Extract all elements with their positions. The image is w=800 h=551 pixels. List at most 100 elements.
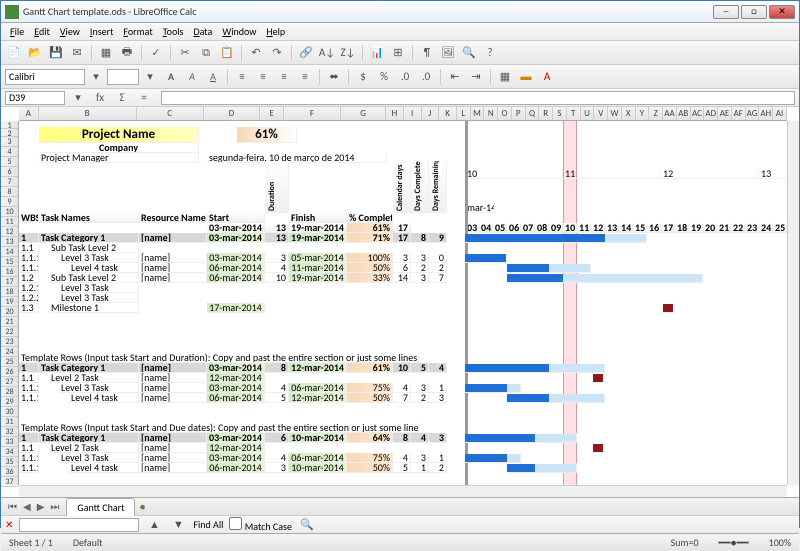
comp-days[interactable]: 4: [411, 433, 429, 443]
font-size-input[interactable]: [107, 69, 139, 85]
duration[interactable]: 5: [265, 393, 289, 403]
cal-days[interactable]: 6: [393, 263, 411, 273]
underline-icon[interactable]: A: [204, 68, 222, 86]
row-header[interactable]: 33: [1, 437, 18, 447]
sort-desc-icon[interactable]: Z↓: [339, 44, 357, 62]
cut-icon[interactable]: ✂: [176, 44, 194, 62]
day-col[interactable]: 22: [731, 223, 745, 233]
wbs-cell[interactable]: 1.1.1.1: [19, 393, 39, 403]
start-date[interactable]: 06-mar-2014: [207, 273, 265, 283]
day-col[interactable]: 23: [745, 223, 759, 233]
new-icon[interactable]: 📄: [5, 44, 23, 62]
col-header[interactable]: P: [512, 107, 526, 120]
task-name[interactable]: Level 4 task: [69, 393, 139, 403]
cal-days[interactable]: 10: [393, 363, 411, 373]
col-header[interactable]: E: [260, 107, 284, 120]
task-name[interactable]: Level 3 Task: [59, 283, 139, 293]
find-prev-icon[interactable]: ▲: [145, 516, 163, 534]
pct[interactable]: 100%: [347, 253, 393, 263]
day-col[interactable]: 09: [549, 223, 563, 233]
resource[interactable]: [name]: [139, 463, 207, 473]
italic-icon[interactable]: A: [183, 68, 201, 86]
spellcheck-icon[interactable]: ✓: [147, 44, 165, 62]
tab-last-icon[interactable]: ⏭: [47, 500, 62, 513]
col-header[interactable]: V: [594, 107, 608, 120]
day-col[interactable]: 24: [759, 223, 773, 233]
hdr-finish[interactable]: Finish: [289, 213, 347, 223]
row-header[interactable]: 16: [1, 267, 18, 277]
day-col[interactable]: 18: [675, 223, 689, 233]
align-center-icon[interactable]: ≡: [254, 68, 272, 86]
duration[interactable]: 8: [265, 363, 289, 373]
currency-icon[interactable]: $: [354, 68, 372, 86]
resource[interactable]: [name]: [139, 443, 207, 453]
pct[interactable]: 75%: [347, 453, 393, 463]
comp-days[interactable]: 2: [411, 263, 429, 273]
col-header[interactable]: N: [484, 107, 498, 120]
row-header[interactable]: 28: [1, 387, 18, 397]
resource[interactable]: [name]: [139, 253, 207, 263]
duration[interactable]: 10: [265, 273, 289, 283]
cell-reference-input[interactable]: D39: [5, 91, 65, 105]
row-header[interactable]: 2: [1, 129, 18, 137]
tab-next-icon[interactable]: ▶: [34, 500, 48, 513]
hdr-start[interactable]: Start: [207, 213, 265, 223]
spreadsheet-area[interactable]: ABCDEFGHIJKLMNOPQRSTUVWXYZAAABACADAEAFAG…: [1, 107, 799, 497]
resource[interactable]: [name]: [139, 383, 207, 393]
chevron-down-icon[interactable]: ▾: [87, 68, 105, 86]
col-header[interactable]: W: [608, 107, 622, 120]
start-date[interactable]: 03-mar-2014: [207, 453, 265, 463]
row-header[interactable]: 35: [1, 457, 18, 467]
finish-date[interactable]: 12-mar-2014: [289, 393, 347, 403]
resource[interactable]: [name]: [139, 273, 207, 283]
col-header[interactable]: AE: [718, 107, 732, 120]
milestone[interactable]: [591, 443, 605, 453]
duration[interactable]: 13: [265, 233, 289, 243]
row-header[interactable]: 29: [1, 397, 18, 407]
maximize-button[interactable]: □: [741, 5, 767, 19]
task-name[interactable]: Sub Task Level 2: [49, 243, 139, 253]
row-header[interactable]: 12: [1, 227, 18, 237]
col-header[interactable]: X: [622, 107, 636, 120]
task-name[interactable]: Level 3 Task: [59, 293, 139, 303]
finish-date[interactable]: 10-mar-2014: [289, 433, 347, 443]
menu-edit[interactable]: Edit: [29, 25, 55, 38]
help-icon[interactable]: ?: [481, 44, 499, 62]
chevron-down-icon[interactable]: ▾: [69, 89, 87, 107]
wbs-cell[interactable]: 1.1.1: [19, 253, 39, 263]
start-date[interactable]: 06-mar-2014: [207, 463, 265, 473]
day-col[interactable]: 06: [507, 223, 521, 233]
col-header[interactable]: K: [439, 107, 457, 120]
zoom-slider[interactable]: ━━●━━: [719, 536, 749, 549]
row-header[interactable]: 4: [1, 147, 18, 157]
today-date[interactable]: segunda-feira, 10 de março de 2014: [207, 153, 387, 163]
start-date[interactable]: 03-mar-2014: [207, 253, 265, 263]
day-col[interactable]: 10: [563, 223, 577, 233]
resource[interactable]: [name]: [139, 233, 207, 243]
indent-dec-icon[interactable]: ⇤: [446, 68, 464, 86]
menu-view[interactable]: View: [55, 25, 85, 38]
gallery-icon[interactable]: 🖼: [439, 44, 457, 62]
link-icon[interactable]: 🔗: [297, 44, 315, 62]
zoom-icon[interactable]: 🔍: [460, 44, 478, 62]
wbs-cell[interactable]: 1.1.1.1: [19, 463, 39, 473]
rem-days[interactable]: 0: [429, 253, 447, 263]
rem-days[interactable]: 2: [429, 263, 447, 273]
row-header[interactable]: 27: [1, 377, 18, 387]
cal-days[interactable]: 4: [393, 453, 411, 463]
col-header[interactable]: C: [137, 107, 204, 120]
wbs-cell[interactable]: 1: [19, 363, 39, 373]
align-left-icon[interactable]: ≡: [233, 68, 251, 86]
row-header[interactable]: 31: [1, 417, 18, 427]
rem-days[interactable]: 3: [429, 393, 447, 403]
wbs-cell[interactable]: 1.3: [19, 303, 39, 313]
day-col[interactable]: 19: [689, 223, 703, 233]
row-headers[interactable]: 1234567891011121314151617181920212223242…: [1, 121, 19, 485]
week-num[interactable]: 12: [661, 169, 759, 179]
rem-days[interactable]: 1: [429, 383, 447, 393]
col-header[interactable]: F: [284, 107, 341, 120]
wbs-cell[interactable]: 1.1: [19, 443, 39, 453]
row-header[interactable]: 25: [1, 357, 18, 367]
hdr-dur[interactable]: Duration: [265, 161, 289, 213]
day-col[interactable]: 25: [773, 223, 787, 233]
